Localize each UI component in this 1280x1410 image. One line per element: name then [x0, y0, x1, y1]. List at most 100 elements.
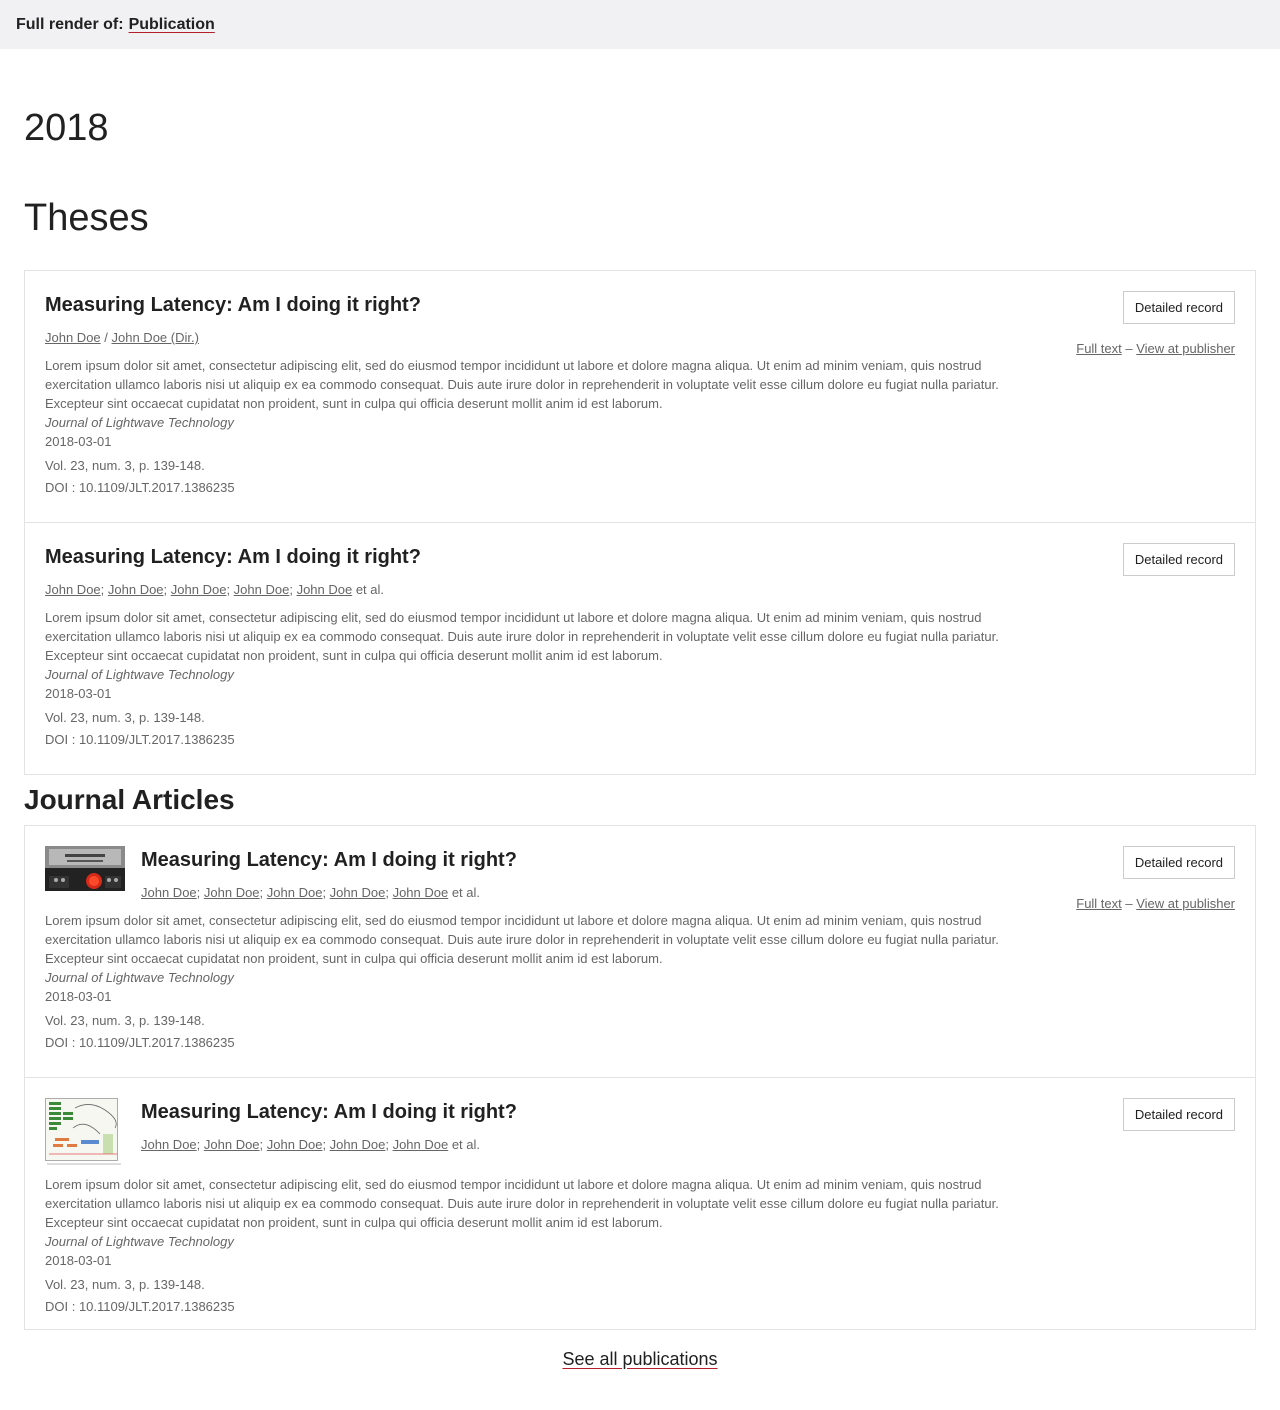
view-at-publisher-link[interactable]: View at publisher — [1136, 341, 1235, 356]
publication-thumbnail[interactable] — [45, 846, 125, 891]
see-all-publications-link[interactable]: See all publications — [562, 1349, 717, 1369]
author-link[interactable]: John Doe — [267, 1137, 323, 1152]
author-separator: ; — [259, 1137, 267, 1152]
volume-info: Vol. 23, num. 3, p. 139-148. — [45, 1277, 205, 1292]
publication-item: Measuring Latency: Am I doing it right? … — [25, 522, 1255, 774]
author-link[interactable]: John Doe — [108, 582, 164, 597]
publication-title: Measuring Latency: Am I doing it right? — [141, 849, 517, 871]
theses-heading: Theses — [24, 197, 149, 239]
full-text-link[interactable]: Full text — [1076, 341, 1122, 356]
volume-info: Vol. 23, num. 3, p. 139-148. — [45, 1013, 205, 1028]
publication-abstract: Lorem ipsum dolor sit amet, consectetur … — [45, 1177, 999, 1230]
publication-date: 2018-03-01 — [45, 686, 112, 701]
author-separator: ; — [322, 1137, 330, 1152]
author-separator: ; — [289, 582, 297, 597]
journal-name: Journal of Lightwave Technology — [45, 1234, 234, 1249]
author-list: John Doe; John Doe; John Doe; John Doe; … — [141, 884, 517, 902]
articles-list: Measuring Latency: Am I doing it right? … — [24, 825, 1256, 1330]
author-link[interactable]: John Doe — [204, 885, 260, 900]
publication-date: 2018-03-01 — [45, 1253, 112, 1268]
publication-title: Measuring Latency: Am I doing it right? — [45, 294, 421, 316]
top-bar: Full render of: Publication — [0, 0, 1280, 49]
author-link[interactable]: John Doe — [330, 1137, 386, 1152]
author-link[interactable]: John Doe — [45, 582, 101, 597]
journal-articles-heading: Journal Articles — [24, 784, 235, 815]
external-links: Full text – View at publisher — [1076, 896, 1235, 911]
publication-link[interactable]: Publication — [129, 16, 215, 34]
external-links: Full text – View at publisher — [1076, 341, 1235, 356]
theses-list: Measuring Latency: Am I doing it right? … — [24, 270, 1256, 775]
author-link[interactable]: John Doe — [234, 582, 290, 597]
journal-name: Journal of Lightwave Technology — [45, 970, 234, 985]
author-list: John Doe; John Doe; John Doe; John Doe; … — [45, 581, 421, 599]
et-al: et al. — [448, 885, 481, 900]
author-separator: ; — [322, 885, 330, 900]
author-separator: ; — [163, 582, 171, 597]
journal-name: Journal of Lightwave Technology — [45, 667, 234, 682]
author-separator: ; — [196, 1137, 204, 1152]
publication-item: Measuring Latency: Am I doing it right? … — [25, 271, 1255, 522]
publication-item: Measuring Latency: Am I doing it right? … — [25, 1077, 1255, 1329]
author-link[interactable]: John Doe — [45, 330, 101, 345]
detailed-record-button[interactable]: Detailed record — [1122, 846, 1235, 879]
publication-title: Measuring Latency: Am I doing it right? — [141, 1101, 517, 1123]
author-link[interactable]: John Doe — [141, 1137, 197, 1152]
author-link[interactable]: John Doe — [141, 885, 197, 900]
author-list: John Doe; John Doe; John Doe; John Doe; … — [141, 1136, 517, 1154]
journal-name: Journal of Lightwave Technology — [45, 415, 234, 430]
author-link[interactable]: John Doe — [393, 1137, 449, 1152]
links-separator: – — [1121, 341, 1137, 356]
volume-info: Vol. 23, num. 3, p. 139-148. — [45, 710, 205, 725]
author-list: John Doe / John Doe (Dir.) — [45, 329, 421, 347]
item-text-block: Measuring Latency: Am I doing it right? … — [141, 1098, 517, 1154]
links-separator: – — [1121, 896, 1137, 911]
et-al: et al. — [352, 582, 385, 597]
author-separator: ; — [259, 885, 267, 900]
item-header: Measuring Latency: Am I doing it right? … — [45, 291, 1235, 347]
item-header: Measuring Latency: Am I doing it right? … — [45, 846, 1235, 902]
doi-info: DOI : 10.1109/JLT.2017.1386235 — [45, 480, 235, 495]
author-link[interactable]: John Doe — [393, 885, 449, 900]
year-heading: 2018 — [24, 107, 109, 149]
author-separator: ; — [100, 582, 108, 597]
item-header: Measuring Latency: Am I doing it right? … — [45, 543, 1235, 599]
full-text-link[interactable]: Full text — [1076, 896, 1122, 911]
see-all-container: See all publications — [24, 1349, 1256, 1370]
publication-date: 2018-03-01 — [45, 434, 112, 449]
et-al: et al. — [448, 1137, 481, 1152]
item-header: Measuring Latency: Am I doing it right? … — [45, 1098, 1235, 1166]
author-link[interactable]: John Doe — [267, 885, 323, 900]
volume-info: Vol. 23, num. 3, p. 139-148. — [45, 458, 205, 473]
publication-thumbnail[interactable] — [45, 1098, 125, 1166]
publication-item: Measuring Latency: Am I doing it right? … — [25, 826, 1255, 1077]
author-separator: ; — [385, 885, 393, 900]
director-link[interactable]: John Doe (Dir.) — [112, 330, 199, 345]
item-text-block: Measuring Latency: Am I doing it right? … — [45, 291, 421, 347]
detailed-record-button[interactable]: Detailed record — [1122, 291, 1235, 324]
render-label: Full render of: — [16, 15, 124, 33]
thumbnail-image — [45, 846, 125, 891]
detailed-record-button[interactable]: Detailed record — [1122, 543, 1235, 576]
author-link[interactable]: John Doe — [204, 1137, 260, 1152]
doi-info: DOI : 10.1109/JLT.2017.1386235 — [45, 1035, 235, 1050]
thumbnail-image — [45, 1098, 125, 1166]
author-separator: ; — [196, 885, 204, 900]
publication-abstract: Lorem ipsum dolor sit amet, consectetur … — [45, 358, 999, 411]
publication-abstract: Lorem ipsum dolor sit amet, consectetur … — [45, 913, 999, 966]
publication-title: Measuring Latency: Am I doing it right? — [45, 546, 421, 568]
doi-info: DOI : 10.1109/JLT.2017.1386235 — [45, 732, 235, 747]
author-link[interactable]: John Doe — [171, 582, 227, 597]
author-separator: ; — [226, 582, 234, 597]
item-text-block: Measuring Latency: Am I doing it right? … — [45, 543, 421, 599]
item-text-block: Measuring Latency: Am I doing it right? … — [141, 846, 517, 902]
author-separator: / — [100, 330, 112, 345]
author-link[interactable]: John Doe — [330, 885, 386, 900]
publication-abstract: Lorem ipsum dolor sit amet, consectetur … — [45, 610, 999, 663]
view-at-publisher-link[interactable]: View at publisher — [1136, 896, 1235, 911]
author-separator: ; — [385, 1137, 393, 1152]
main-content: 2018 Theses Measuring Latency: Am I doin… — [0, 106, 1280, 1370]
doi-info: DOI : 10.1109/JLT.2017.1386235 — [45, 1299, 235, 1314]
detailed-record-button[interactable]: Detailed record — [1122, 1098, 1235, 1131]
author-link[interactable]: John Doe — [297, 582, 353, 597]
publication-date: 2018-03-01 — [45, 989, 112, 1004]
